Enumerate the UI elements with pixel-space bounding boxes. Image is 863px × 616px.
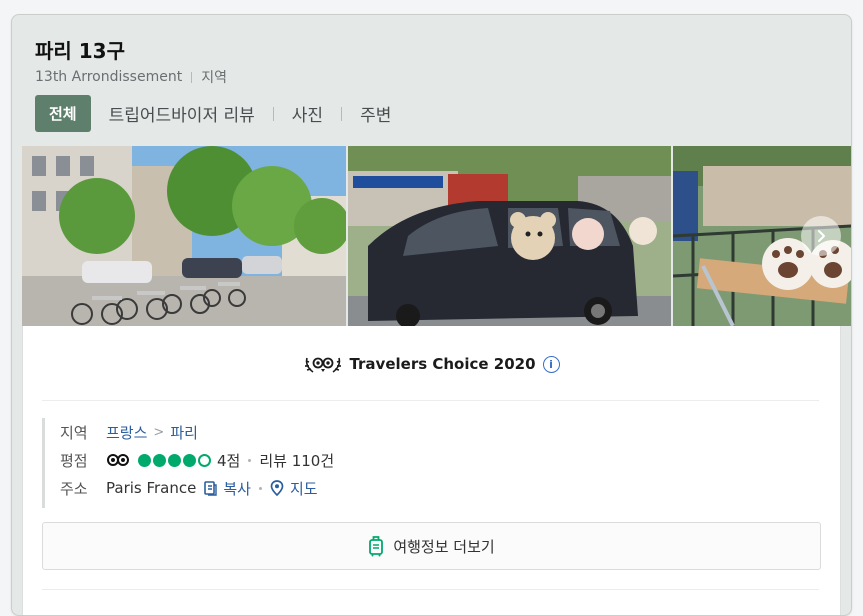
copy-label: 복사 bbox=[223, 479, 251, 498]
rating-bubble-filled bbox=[183, 453, 196, 467]
copy-icon bbox=[204, 480, 218, 496]
photo-car-teddy-bears[interactable] bbox=[347, 146, 671, 326]
map-button[interactable]: 지도 bbox=[270, 478, 318, 499]
region-row: 지역 프랑스 > 파리 bbox=[60, 418, 334, 446]
chevron-right-icon bbox=[818, 230, 825, 242]
region-link-city[interactable]: 파리 bbox=[170, 422, 198, 443]
travelers-choice-award: Travelers Choice 2020 i bbox=[23, 352, 840, 376]
laurel-owl-icon bbox=[305, 357, 342, 373]
gallery-next-button[interactable] bbox=[801, 216, 841, 256]
tab-bar: 전체 트립어드바이저 리뷰 사진 주변 bbox=[35, 95, 391, 132]
region-link-country[interactable]: 프랑스 bbox=[106, 422, 147, 443]
subtitle: 13th Arrondissement 지역 bbox=[35, 67, 227, 87]
attraction-card: 파리 13구 13th Arrondissement 지역 전체 트립어드바이저… bbox=[11, 14, 852, 616]
tab-divider bbox=[272, 106, 274, 121]
tab-photos[interactable]: 사진 bbox=[292, 95, 323, 132]
rating-bubble-empty bbox=[198, 453, 211, 467]
rating-row: 평점 4점 리뷰 110건 bbox=[60, 446, 334, 474]
details-list: 지역 프랑스 > 파리 평점 4점 리뷰 110건 주소 Paris Franc… bbox=[42, 418, 334, 508]
photo-gallery bbox=[22, 146, 851, 326]
subtitle-type: 지역 bbox=[201, 70, 227, 86]
address-row: 주소 Paris France 복사 지도 bbox=[60, 474, 334, 502]
breadcrumb-separator: > bbox=[153, 424, 165, 440]
photo-teddy-bear-paws[interactable] bbox=[672, 146, 851, 326]
dot-separator bbox=[258, 486, 262, 490]
rating-label: 평점 bbox=[60, 451, 88, 470]
info-panel: Travelers Choice 2020 i 지역 프랑스 > 파리 평점 4… bbox=[22, 326, 841, 615]
more-button-label: 여행정보 더보기 bbox=[393, 537, 495, 556]
address-value: Paris France bbox=[106, 479, 197, 497]
rating-bubbles bbox=[138, 453, 213, 467]
page-title: 파리 13구 bbox=[35, 39, 125, 63]
tab-all[interactable]: 전체 bbox=[35, 95, 91, 132]
tripadvisor-owl-icon bbox=[107, 454, 129, 466]
divider bbox=[42, 589, 819, 590]
award-label: Travelers Choice 2020 bbox=[349, 355, 536, 373]
subtitle-divider bbox=[191, 71, 193, 83]
tab-divider bbox=[341, 106, 343, 121]
luggage-icon bbox=[369, 536, 384, 557]
tab-tripadvisor-reviews[interactable]: 트립어드바이저 리뷰 bbox=[109, 95, 255, 132]
rating-bubble-filled bbox=[153, 453, 166, 467]
review-count[interactable]: 리뷰 110건 bbox=[259, 450, 334, 471]
map-pin-icon bbox=[270, 480, 284, 496]
photo-street-bikes[interactable] bbox=[22, 146, 346, 326]
dot-separator bbox=[248, 458, 252, 462]
map-label: 지도 bbox=[289, 479, 318, 498]
address-label: 주소 bbox=[60, 479, 88, 498]
rating-bubble-filled bbox=[168, 453, 181, 467]
subtitle-name: 13th Arrondissement bbox=[35, 69, 183, 85]
rating-bubble-filled bbox=[138, 453, 151, 467]
divider bbox=[42, 400, 819, 401]
tab-nearby[interactable]: 주변 bbox=[360, 95, 391, 132]
more-travel-info-button[interactable]: 여행정보 더보기 bbox=[42, 522, 821, 570]
region-label: 지역 bbox=[60, 423, 88, 442]
rating-score: 4점 bbox=[217, 451, 241, 470]
copy-button[interactable]: 복사 bbox=[204, 478, 251, 499]
info-icon[interactable]: i bbox=[542, 355, 560, 373]
